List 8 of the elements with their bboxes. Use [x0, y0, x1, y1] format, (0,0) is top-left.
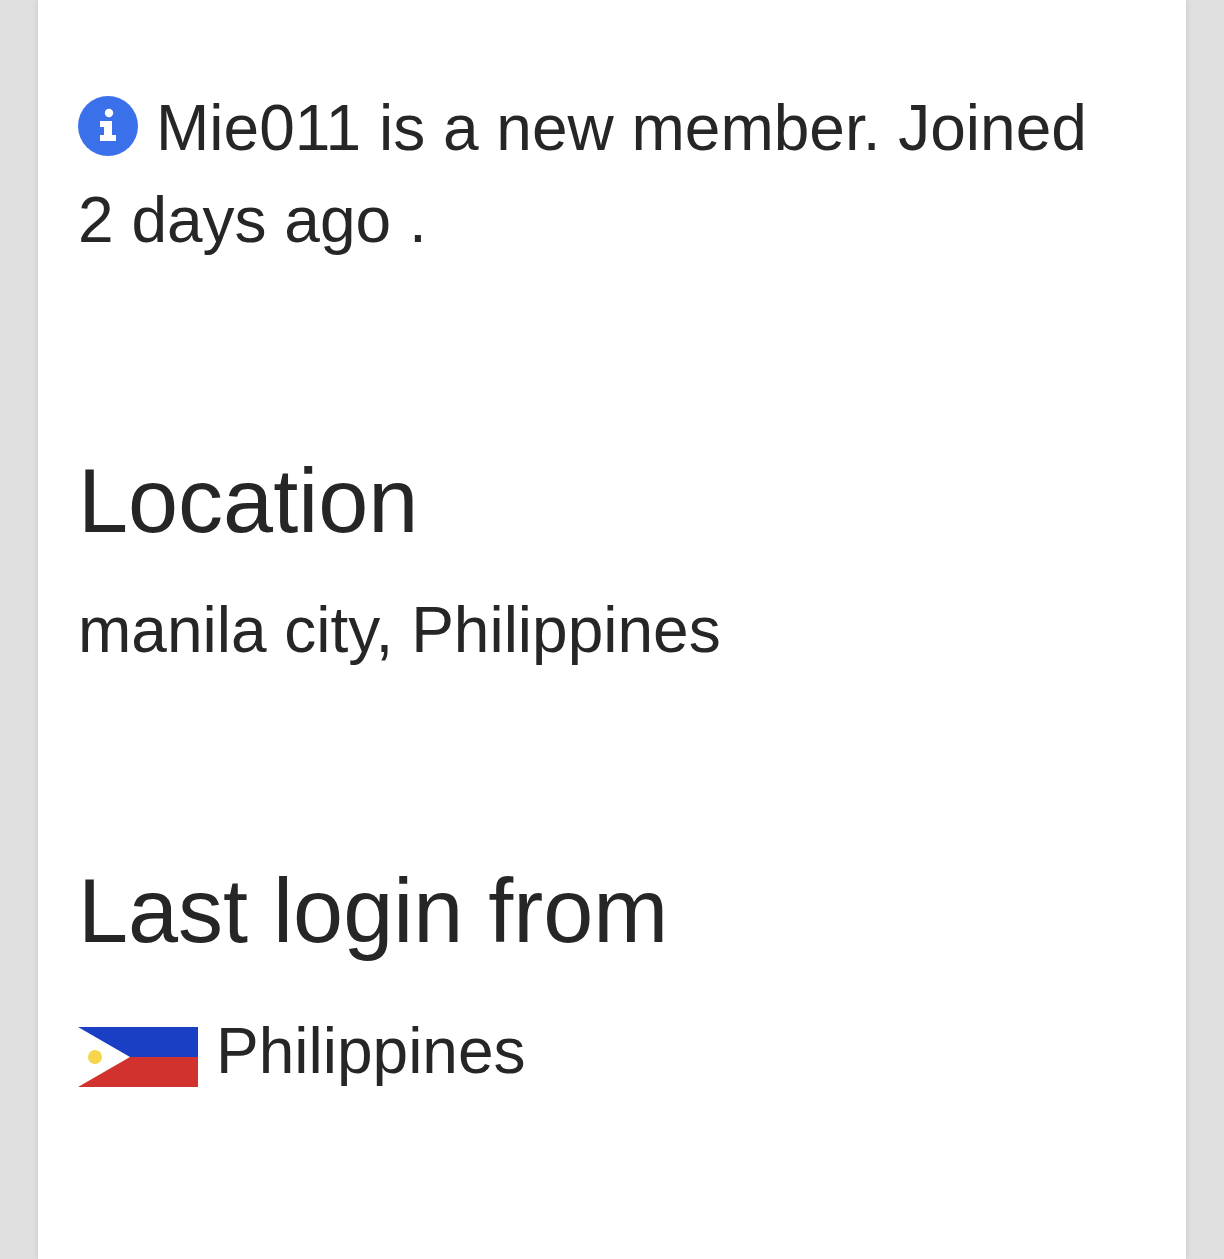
flag-icon [78, 1027, 198, 1087]
section-heading: Last login from [78, 860, 669, 963]
section-text: Philippines [216, 1014, 526, 1089]
section-heading: Location [78, 450, 419, 553]
info-icon [78, 96, 138, 156]
member-notice-text: Mie011 is a new member. Joined [156, 91, 1087, 166]
section-text: manila city, Philippines [78, 593, 721, 668]
joined-time-text: 2 days ago . [78, 183, 427, 258]
